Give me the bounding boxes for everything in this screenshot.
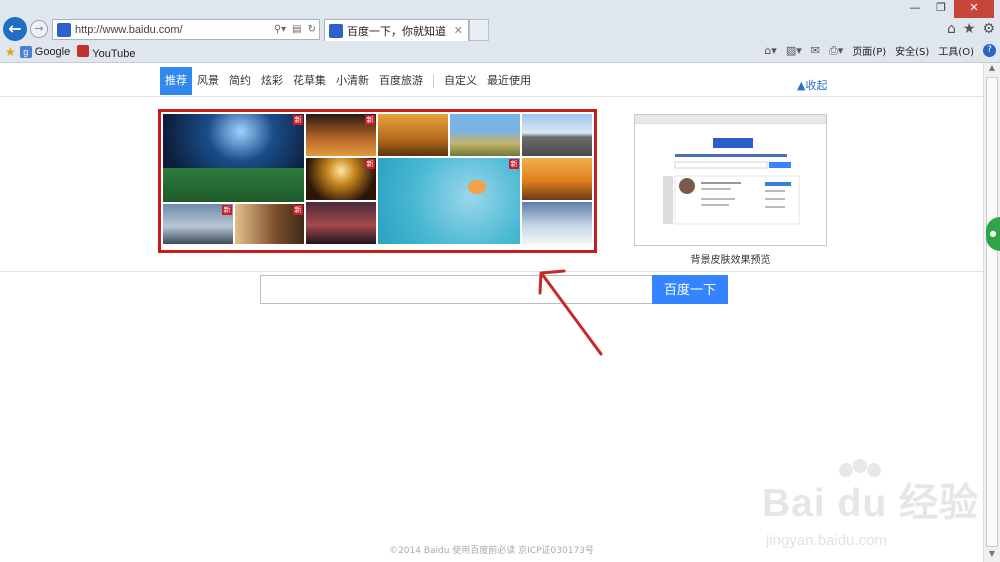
forward-button[interactable]: → — [30, 20, 48, 38]
browser-chrome: — ❐ ✕ ← → http://www.baidu.com/ ⚲▾ ▤ ↻ 百… — [0, 0, 1000, 63]
browser-right-icons: ⌂ ★ ⚙ — [947, 21, 995, 37]
print-icon[interactable]: ⎙▾ — [829, 44, 843, 58]
address-url[interactable]: http://www.baidu.com/ — [75, 24, 271, 36]
skin-thumb-city-night[interactable]: 新 — [306, 114, 376, 156]
baidu-favicon-icon — [57, 22, 71, 37]
skin-thumb-field[interactable] — [450, 114, 520, 156]
new-badge: 新 — [293, 205, 303, 215]
scroll-down-icon[interactable]: ▼ — [984, 549, 1000, 562]
new-badge: 新 — [293, 115, 303, 125]
skin-thumb-concert[interactable]: 新 — [306, 158, 376, 200]
search-dropdown-icon[interactable]: ⚲▾ — [271, 24, 289, 35]
youtube-icon — [77, 44, 90, 57]
settings-gear-icon[interactable]: ⚙ — [982, 21, 995, 37]
scroll-thumb[interactable] — [986, 77, 998, 547]
preview-line — [765, 190, 785, 192]
skin-thumbnail-grid: 新 新 新 新 新 新 — [158, 109, 597, 253]
skin-thumb-pagoda[interactable] — [378, 114, 448, 156]
feeds-icon[interactable]: ▧▾ — [786, 44, 802, 57]
skin-thumb-stadium[interactable]: 新 — [163, 114, 304, 202]
mail-icon[interactable]: ✉ — [811, 44, 820, 57]
new-badge: 新 — [222, 205, 232, 215]
window-controls: — ❐ ✕ — [902, 0, 994, 18]
vertical-scrollbar[interactable]: ▲ ▼ — [983, 63, 1000, 562]
preview-sidebar — [663, 176, 673, 224]
tools-menu[interactable]: 工具(O) — [938, 43, 974, 58]
preview-search — [674, 161, 768, 169]
skin-thumb-train[interactable]: 新 — [235, 204, 304, 244]
tab-colorful[interactable]: 炫彩 — [256, 67, 288, 95]
minimize-button[interactable]: — — [902, 0, 928, 18]
preview-line — [701, 188, 731, 190]
home-cmd-icon[interactable]: ⌂▾ — [764, 44, 777, 57]
help-icon[interactable]: ? — [983, 44, 996, 57]
fav-youtube-link[interactable]: YouTube — [70, 44, 135, 60]
watermark-logo-text: Bai du 经验 — [762, 482, 980, 525]
favorites-add-icon[interactable]: ★ — [5, 45, 16, 59]
nav-divider — [433, 74, 434, 88]
tab-fresh[interactable]: 小清新 — [331, 67, 374, 95]
skin-thumb-dusk[interactable] — [306, 202, 376, 244]
skin-thumb-road[interactable] — [522, 114, 592, 156]
page-menu[interactable]: 页面(P) — [852, 43, 886, 58]
restore-button[interactable]: ❐ — [928, 0, 954, 18]
refresh-icon[interactable]: ↻ — [305, 24, 319, 35]
skin-thumb-sunset[interactable] — [522, 158, 592, 200]
preview-line — [765, 206, 785, 208]
skin-category-nav: 推荐 风景 简约 炫彩 花草集 小清新 百度旅游 自定义 最近使用 — [160, 67, 536, 95]
skin-thumb-water-flower[interactable]: 新 — [378, 158, 520, 244]
safety-menu[interactable]: 安全(S) — [895, 43, 929, 58]
scroll-up-icon[interactable]: ▲ — [984, 63, 1000, 76]
divider — [0, 271, 983, 272]
compat-view-icon[interactable]: ▤ — [289, 24, 304, 35]
preview-line — [765, 182, 791, 186]
preview-nav — [675, 154, 787, 157]
divider — [0, 96, 983, 97]
new-badge: 新 — [365, 115, 375, 125]
close-window-button[interactable]: ✕ — [954, 0, 994, 18]
preview-button — [769, 162, 791, 168]
preview-line — [765, 198, 785, 200]
new-badge: 新 — [509, 159, 519, 169]
google-icon: g — [19, 46, 32, 58]
tab-custom[interactable]: 自定义 — [439, 67, 482, 95]
preview-line — [701, 204, 729, 206]
preview-logo — [713, 138, 753, 148]
preview-line — [701, 182, 741, 184]
new-badge: 新 — [365, 159, 375, 169]
tab-title: 百度一下，你就知道 — [347, 24, 446, 38]
tab-scenery[interactable]: 风景 — [192, 67, 224, 95]
preview-window-bar — [635, 115, 826, 124]
browser-tab[interactable]: 百度一下，你就知道 ✕ — [324, 19, 469, 41]
address-bar[interactable]: http://www.baidu.com/ ⚲▾ ▤ ↻ — [52, 19, 320, 40]
command-bar: ⌂▾ ▧▾ ✉ ⎙▾ 页面(P) 安全(S) 工具(O) ? — [764, 43, 996, 58]
preview-avatar — [679, 178, 695, 194]
back-button[interactable]: ← — [3, 17, 27, 41]
close-tab-icon[interactable]: ✕ — [454, 24, 468, 37]
skin-thumb-snow[interactable]: 新 — [163, 204, 233, 244]
tab-simple[interactable]: 简约 — [224, 67, 256, 95]
skin-thumb-clouds[interactable] — [522, 202, 592, 244]
preview-caption: 背景皮肤效果预览 — [690, 255, 771, 266]
collapse-link[interactable]: ▲收起 — [797, 77, 827, 93]
search-button[interactable]: 百度一下 — [652, 275, 728, 304]
preview-line — [701, 198, 735, 200]
red-arrow-annotation — [538, 269, 603, 356]
preview-thumbnail-svg — [663, 138, 800, 225]
favorites-star-icon[interactable]: ★ — [963, 21, 976, 37]
home-icon[interactable]: ⌂ — [947, 21, 956, 37]
skin-preview-panel — [634, 114, 827, 246]
tab-recent[interactable]: 最近使用 — [482, 67, 536, 95]
tab-favicon-icon — [329, 23, 343, 38]
tab-flowers[interactable]: 花草集 — [288, 67, 331, 95]
new-tab-button[interactable] — [469, 19, 489, 41]
fav-google-link[interactable]: g Google — [19, 46, 70, 58]
page-footer: ©2014 Baidu 使用百度前必读 京ICP证030173号 — [389, 546, 594, 556]
tab-recommend[interactable]: 推荐 — [160, 67, 192, 95]
tab-baidu-travel[interactable]: 百度旅游 — [374, 67, 428, 95]
